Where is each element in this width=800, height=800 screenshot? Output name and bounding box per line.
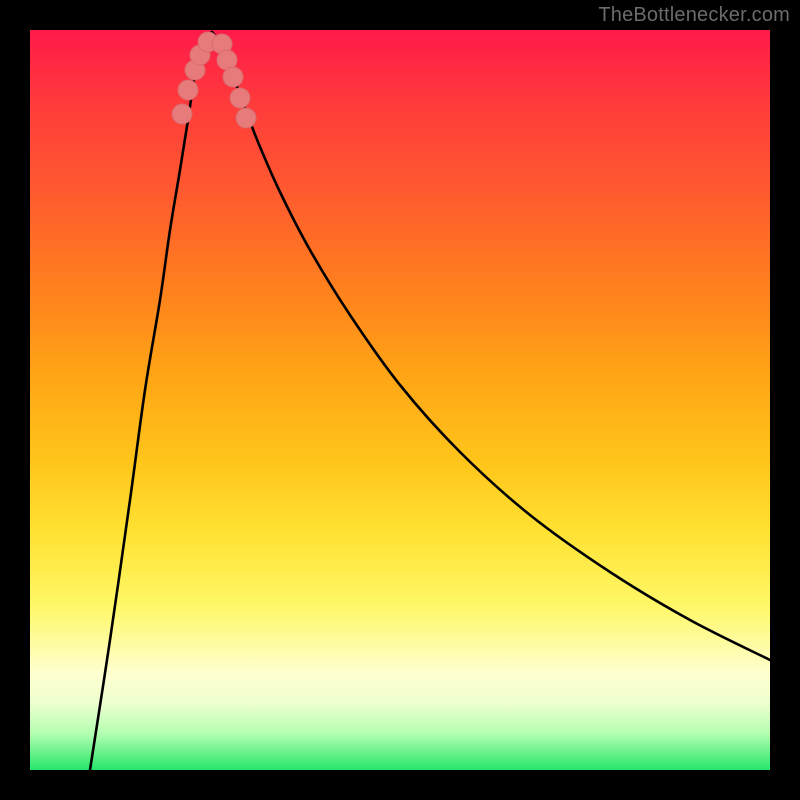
highlight-dot [172, 104, 192, 124]
curves-svg [30, 30, 770, 770]
plot-area [30, 30, 770, 770]
highlight-dots-group [172, 32, 256, 128]
highlight-dot [223, 67, 243, 87]
watermark-text: TheBottlenecker.com [598, 4, 790, 27]
chart-frame: TheBottlenecker.com [0, 0, 800, 800]
curve-right-branch [212, 32, 770, 660]
highlight-dot [236, 108, 256, 128]
highlight-dot [178, 80, 198, 100]
curve-left-branch [90, 32, 212, 770]
highlight-dot [230, 88, 250, 108]
